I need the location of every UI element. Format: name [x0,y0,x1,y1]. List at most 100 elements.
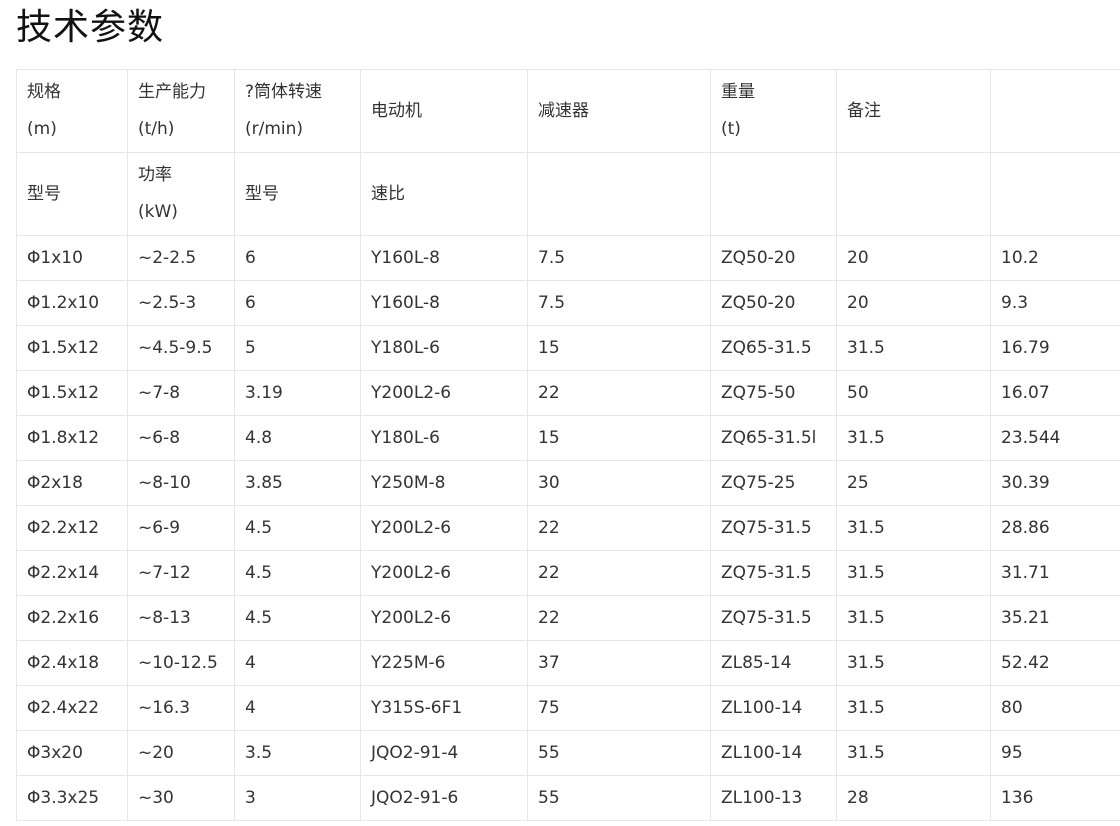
header-cell-line1: 电动机 [371,100,422,121]
header-cell [710,152,837,236]
table-cell: 4.5 [234,550,361,596]
table-cell: 22 [527,550,711,596]
table-cell: 80 [990,685,1120,731]
page-title: 技术参数 [16,7,165,48]
table-cell: Φ1.5x12 [16,325,128,371]
table-cell: Y250M-8 [360,460,528,506]
table-cell: ZQ50-20 [710,235,837,281]
table-cell: 4.8 [234,415,361,461]
table-cell: ZQ75-50 [710,370,837,416]
table-cell: 7.5 [527,280,711,326]
table-cell: 22 [527,370,711,416]
header-cell-line2: (m) [27,119,57,139]
table-cell: Φ1.2x10 [16,280,128,326]
table-cell: 31.5 [836,415,991,461]
table-cell: Φ2.4x18 [16,640,128,686]
table-cell: 9.3 [990,280,1120,326]
header-cell: 功率 (kW) [127,152,235,236]
table-cell: 22 [527,595,711,641]
table-cell: ~20 [127,730,235,776]
table-cell: 30 [527,460,711,506]
header-cell-line1: 重量 [721,82,755,102]
table-cell: 10.2 [990,235,1120,281]
table-cell: ZL100-14 [710,730,837,776]
table-cell: Φ2x18 [16,460,128,506]
table-cell: ZQ50-20 [710,280,837,326]
header-cell: 重量 (t) [710,69,837,153]
table-cell: 4.5 [234,595,361,641]
header-cell-line2: (r/min) [245,119,304,139]
table-cell: JQO2-91-4 [360,730,528,776]
table-cell: 15 [527,415,711,461]
header-cell-line1: 生产能力 [138,82,206,102]
table-cell: Φ2.2x12 [16,505,128,551]
table-row: Φ2.4x18 ~10-12.5 4 Y225M-6 37 ZL85-14 31.5 52.4… [16,640,1120,686]
table-cell: ~7-8 [127,370,235,416]
header-cell: 备注 [836,69,991,153]
table-row: Φ2.2x12 ~6-9 4.5 Y200L2-6 22 ZQ75-31.5 31.5 28.… [16,505,1120,551]
table-cell: 31.5 [836,640,991,686]
table-cell: 16.07 [990,370,1120,416]
table-cell: ZQ75-31.5 [710,595,837,641]
header-cell-line1: ?筒体转速 [245,82,323,102]
table-row: Φ2x18 ~8-10 3.85 Y250M-8 30 ZQ75-25 25 30.39 [16,460,1120,506]
table-cell: Y200L2-6 [360,595,528,641]
header-cell [836,152,991,236]
header-cell: ?筒体转速 (r/min) [234,69,361,153]
table-cell: 15 [527,325,711,371]
table-row: Φ1x10 ~2-2.5 6 Y160L-8 7.5 ZQ50-20 20 10.2 [16,235,1120,281]
table-row: Φ1.2x10 ~2.5-3 6 Y160L-8 7.5 ZQ50-20 20 9.3 [16,280,1120,326]
header-cell-line2: (kW) [138,202,178,222]
header-cell-line1: 规格 [27,82,61,102]
table-row: Φ1.5x12 ~7-8 3.19 Y200L2-6 22 ZQ75-50 50 16.07 [16,370,1120,416]
header-cell-line1: 备注 [847,100,881,121]
table-cell: 25 [836,460,991,506]
table-cell: 31.5 [836,685,991,731]
table-cell: 28.86 [990,505,1120,551]
spec-table: 规格 (m) 生产能力 (t/h) ?筒体转速 (r/min) 电动机 减速器 重量 (t) 备注型… [16,69,1120,821]
table-cell: 4 [234,640,361,686]
table-cell: ~6-8 [127,415,235,461]
header-cell-line1: 功率 [138,165,172,185]
table-cell: 5 [234,325,361,371]
table-cell: 3.85 [234,460,361,506]
table-row: Φ3.3x25 ~30 3 JQO2-91-6 55 ZL100-13 28 136 [16,775,1120,821]
table-cell: 6 [234,280,361,326]
table-cell: Φ1x10 [16,235,128,281]
table-cell: ZQ65-31.5 [710,325,837,371]
table-cell: 30.39 [990,460,1120,506]
header-cell-line2: (t) [721,119,741,139]
table-cell: ~2-2.5 [127,235,235,281]
table-cell: 136 [990,775,1120,821]
header-cell: 规格 (m) [16,69,128,153]
header-cell-line1: 型号 [245,183,279,204]
table-cell: 31.5 [836,550,991,596]
table-row: Φ2.2x16 ~8-13 4.5 Y200L2-6 22 ZQ75-31.5 31.5 35… [16,595,1120,641]
table-cell: 50 [836,370,991,416]
table-cell: 55 [527,730,711,776]
table-cell: 37 [527,640,711,686]
table-cell: Y200L2-6 [360,505,528,551]
table-header-row: 型号 功率 (kW) 型号 速比 [16,152,1120,236]
table-cell: ~2.5-3 [127,280,235,326]
table-cell: Φ2.2x14 [16,550,128,596]
table-cell: ZQ75-31.5 [710,550,837,596]
header-cell [990,152,1120,236]
table-cell: Y160L-8 [360,280,528,326]
table-cell: 6 [234,235,361,281]
table-cell: ~6-9 [127,505,235,551]
table-cell: Φ3x20 [16,730,128,776]
table-cell: 4.5 [234,505,361,551]
header-cell-line1: 减速器 [538,100,589,121]
table-cell: ZL100-14 [710,685,837,731]
header-cell: 减速器 [527,69,711,153]
table-cell: ~16.3 [127,685,235,731]
table-cell: 31.5 [836,325,991,371]
table-row: Φ1.5x12 ~4.5-9.5 5 Y180L-6 15 ZQ65-31.5 31.5 16… [16,325,1120,371]
table-cell: ~4.5-9.5 [127,325,235,371]
table-cell: 95 [990,730,1120,776]
table-cell: 31.5 [836,595,991,641]
table-cell: 28 [836,775,991,821]
table-cell: ZQ75-25 [710,460,837,506]
table-header-row: 规格 (m) 生产能力 (t/h) ?筒体转速 (r/min) 电动机 减速器 重量 (t) 备注 [16,69,1120,153]
